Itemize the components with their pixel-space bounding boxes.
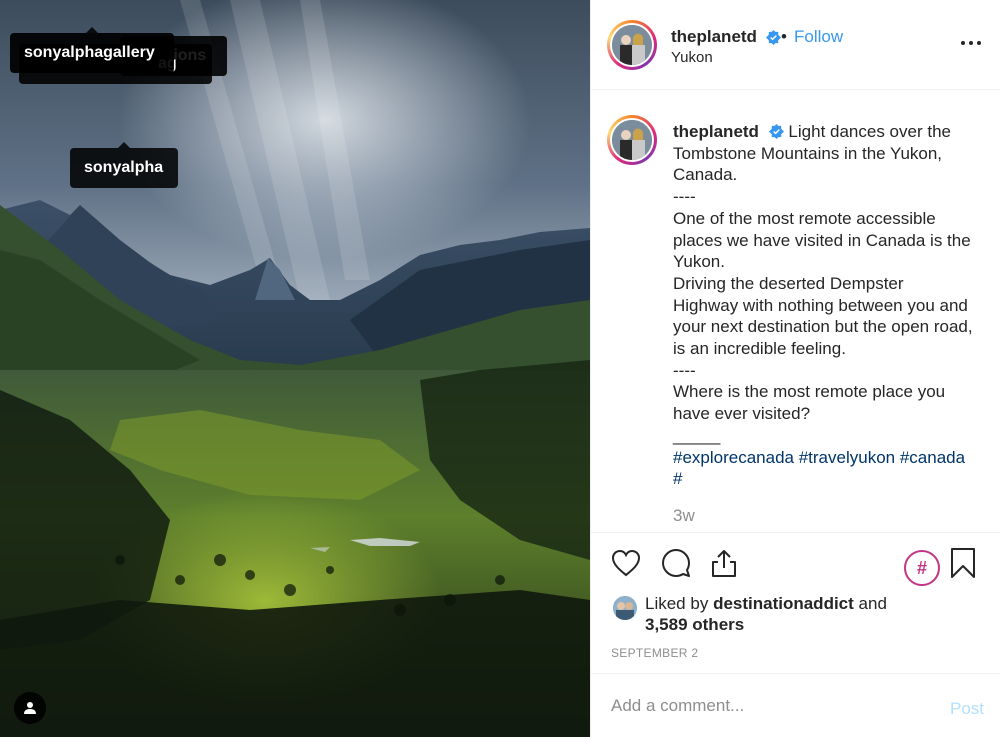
caption-text: theplanetd Light dances over the Tombsto… (673, 121, 973, 490)
hashtag-link[interactable]: #explorecanada (673, 448, 794, 467)
verified-badge-icon (766, 30, 781, 45)
more-options-icon[interactable] (961, 36, 985, 50)
caption-username[interactable]: theplanetd (673, 122, 759, 141)
post-header: theplanetd • Follow Yukon (591, 0, 1000, 90)
save-button[interactable] (947, 547, 979, 579)
caption-line: _____ (673, 425, 721, 445)
comment-button[interactable] (660, 547, 692, 579)
likes-summary: Liked by destinationaddict and 3,589 oth… (591, 593, 1000, 643)
avatar-image (612, 25, 652, 65)
caption-line: One of the most remote accessible places… (673, 208, 971, 272)
hashtag-link[interactable]: #travelyukon (799, 448, 895, 467)
likes-count-link[interactable]: 3,589 others (645, 615, 744, 635)
avatar[interactable] (607, 20, 657, 70)
tagged-users-button[interactable] (14, 692, 46, 724)
liker-avatar-image (613, 596, 637, 620)
share-button[interactable] (708, 547, 740, 579)
tag-label: sonyalphagallery (24, 44, 155, 61)
heart-icon (611, 549, 641, 577)
liked-by-user-link[interactable]: destinationaddict (713, 594, 854, 613)
user-tag-icon (24, 702, 36, 714)
caption-avatar[interactable] (607, 115, 657, 165)
photo-tag-sonyalpha[interactable]: sonyalpha (70, 142, 178, 188)
hashtag-link[interactable]: # (673, 469, 682, 488)
post-caption: theplanetd Light dances over the Tombsto… (591, 90, 1000, 533)
separator-dot: • (781, 27, 787, 46)
liker-avatar[interactable] (613, 596, 637, 620)
follow-button[interactable]: Follow (794, 27, 843, 47)
liked-by-prefix: Liked by (645, 594, 709, 613)
caption-line: ---- (673, 360, 696, 380)
caption-line: ---- (673, 187, 696, 207)
comment-input[interactable] (611, 696, 911, 716)
post-date[interactable]: SEPTEMBER 2 (611, 646, 698, 660)
tag-label: sonyalpha (84, 159, 164, 176)
post-time-ago[interactable]: 3w (673, 506, 695, 526)
landscape-image (0, 0, 590, 737)
post-sidebar: theplanetd • Follow Yukon theplanetd Lig… (590, 0, 1000, 737)
hashtag-icon[interactable]: # (904, 550, 940, 586)
liked-by-conjunction: and (858, 594, 887, 613)
post-actions: # (591, 533, 1000, 593)
header-username[interactable]: theplanetd (671, 27, 757, 47)
hashtag-link[interactable]: #canada (900, 448, 965, 467)
caption-line: Where is the most remote place you have … (673, 382, 946, 424)
caption-line: Driving the deserted Dempster Highway wi… (673, 273, 973, 359)
like-button[interactable] (610, 547, 642, 579)
location-link[interactable]: Yukon (671, 49, 713, 66)
post-photo[interactable]: tions ag sonyalphagallery sonyalpha (0, 0, 590, 737)
verified-badge-icon (768, 124, 784, 139)
comment-icon (662, 549, 690, 577)
liked-by-line: Liked by destinationaddict and (645, 594, 887, 614)
share-icon (712, 550, 736, 577)
avatar-image (612, 120, 652, 160)
post-comment-button[interactable]: Post (950, 699, 984, 719)
comment-bar: Post (591, 673, 1000, 737)
photo-tag-sonyalphagallery[interactable]: sonyalphagallery (10, 27, 174, 73)
bookmark-icon (951, 548, 975, 578)
